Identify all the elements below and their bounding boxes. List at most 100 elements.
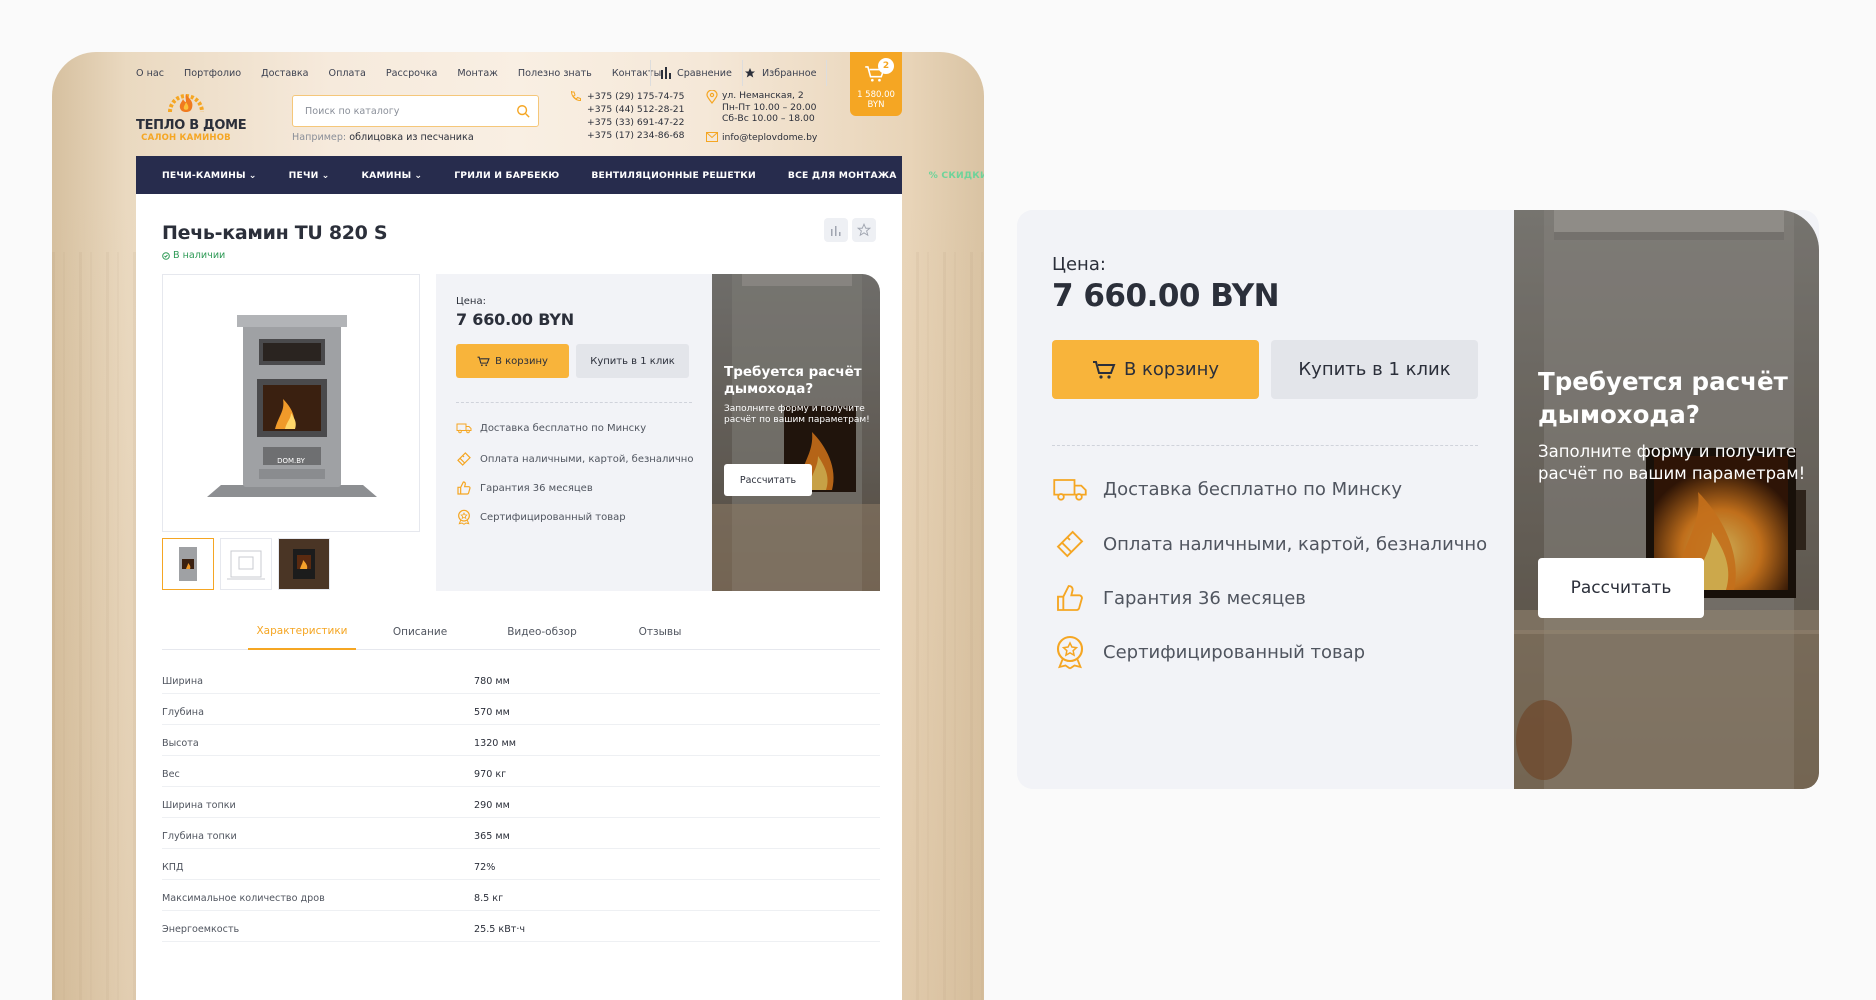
spec-key: Высота [162, 738, 199, 749]
nav-item-sale[interactable]: % СКИДКИ [929, 170, 984, 181]
check-circle-icon [162, 251, 170, 260]
spec-key: Вес [162, 769, 180, 780]
top-link[interactable]: Оплата [329, 68, 366, 79]
feature-warranty: Гарантия 36 месяцев [1052, 582, 1306, 614]
feature-label: Сертифицированный товар [480, 511, 626, 523]
zoomed-price-panel: Цена: 7 660.00 BYN В корзину Купить в 1 … [1017, 210, 1819, 789]
price-label: Цена: [1052, 254, 1106, 275]
search-input[interactable]: Поиск по каталогу [292, 95, 539, 127]
promo-heading: Требуется расчёт дымохода? [724, 364, 862, 397]
certificate-badge-icon [458, 509, 470, 525]
promo-text-block: Требуется расчёт дымохода? Заполните фор… [724, 364, 874, 426]
cart-currency: BYN [867, 100, 885, 110]
cart-icon [865, 66, 886, 82]
feature-delivery: Доставка бесплатно по Минску [1052, 476, 1402, 502]
cart-button[interactable]: 2 1 580.00 BYN [850, 52, 902, 116]
product-main-image[interactable]: DOM.BY [162, 274, 420, 532]
spec-key: Ширина топки [162, 800, 236, 811]
spec-row: Глубина 570 мм [162, 699, 880, 725]
nav-item-pechi[interactable]: ПЕЧИ ⌄ [289, 170, 330, 181]
location-pin-icon [706, 90, 718, 104]
nav-item-mounting[interactable]: ВСЕ ДЛЯ МОНТАЖА [788, 170, 897, 181]
address-block: ул. Неманская, 2 Пн-Пт 10.00 – 20.00 Сб-… [722, 90, 816, 125]
price-label: Цена: [456, 296, 486, 307]
chevron-down-icon: ⌄ [248, 169, 257, 181]
feature-warranty: Гарантия 36 месяцев [456, 480, 593, 496]
spec-value: 8.5 кг [474, 893, 504, 904]
spec-value: 72% [474, 862, 496, 873]
divider [456, 402, 692, 403]
add-to-favorites-button[interactable] [852, 218, 876, 242]
spec-value: 25.5 кВт·ч [474, 924, 526, 935]
feature-label: Оплата наличными, картой, безналично [1103, 533, 1488, 555]
email-link[interactable]: info@teplovdome.by [722, 132, 817, 143]
feature-label: Гарантия 36 месяцев [480, 482, 593, 494]
calculate-button[interactable]: Рассчитать [1538, 558, 1704, 618]
phone-number[interactable]: +375 (33) 691-47-22 [587, 116, 684, 129]
top-link[interactable]: Доставка [261, 68, 308, 79]
phone-number[interactable]: +375 (29) 175-74-75 [587, 90, 684, 103]
chimney-promo-banner: Требуется расчёт дымохода? Заполните фор… [1514, 210, 1819, 789]
search-example-value[interactable]: облицовка из песчаника [349, 132, 474, 143]
add-to-cart-button[interactable]: В корзину [1052, 340, 1259, 399]
nav-item-kaminy[interactable]: КАМИНЫ ⌄ [361, 170, 422, 181]
top-link[interactable]: Портфолио [184, 68, 241, 79]
calculate-button[interactable]: Рассчитать [724, 464, 812, 496]
spec-value: 570 мм [474, 707, 510, 718]
favorites-link[interactable]: Избранное [734, 60, 828, 86]
compare-link[interactable]: Сравнение [650, 60, 743, 86]
price-value: 7 660.00 BYN [1052, 278, 1280, 314]
tab-description[interactable]: Описание [370, 614, 470, 650]
tab-characteristics[interactable]: Характеристики [248, 614, 356, 650]
main-nav: ПЕЧИ-КАМИНЫ ⌄ ПЕЧИ ⌄ КАМИНЫ ⌄ ГРИЛИ И БАРБЕ… [136, 156, 984, 194]
thumbnail[interactable] [162, 538, 214, 590]
feature-certified: Сертифицированный товар [1052, 634, 1365, 670]
certificate-badge-icon [1056, 635, 1084, 670]
search-example: Например: облицовка из песчаника [292, 132, 474, 143]
tab-reviews[interactable]: Отзывы [616, 614, 704, 650]
add-to-cart-label: В корзину [495, 355, 548, 367]
feature-payment: Оплата наличными, картой, безналично [1052, 528, 1487, 560]
site-logo[interactable]: ТЕПЛО В ДОМЕ САЛОН КАМИНОВ [136, 86, 247, 152]
promo-description: Заполните форму и получите расчёт по ваш… [724, 404, 870, 425]
buy-one-click-button[interactable]: Купить в 1 клик [1271, 340, 1478, 399]
spec-row: Энергоемкость 25.5 кВт·ч [162, 916, 880, 942]
spec-key: КПД [162, 862, 184, 873]
top-link[interactable]: Монтаж [457, 68, 498, 79]
logo-flame-icon [168, 94, 204, 113]
add-to-cart-button[interactable]: В корзину [456, 344, 569, 378]
tab-video-review[interactable]: Видео-обзор [488, 614, 596, 650]
thumbnail[interactable] [220, 538, 272, 590]
divider [1052, 445, 1478, 446]
stock-status: В наличии [162, 250, 225, 261]
logo-title: ТЕПЛО В ДОМЕ [136, 118, 247, 133]
add-to-compare-button[interactable] [824, 218, 848, 242]
logo-subtitle: САЛОН КАМИНОВ [141, 133, 231, 143]
nav-item-grills[interactable]: ГРИЛИ И БАРБЕКЮ [454, 170, 559, 181]
promo-text-block: Требуется расчёт дымохода? Заполните фор… [1538, 365, 1808, 485]
phone-number[interactable]: +375 (17) 234-86-68 [587, 129, 684, 142]
buy-one-click-button[interactable]: Купить в 1 клик [576, 344, 689, 378]
presentation-canvas: О нас Портфолио Доставка Оплата Рассрочк… [0, 0, 1876, 1000]
star-outline-icon [857, 223, 871, 237]
spec-key: Энергоемкость [162, 924, 240, 935]
spec-key: Глубина [162, 707, 204, 718]
search-icon[interactable] [516, 104, 530, 118]
thumbnail[interactable] [278, 538, 330, 590]
chevron-down-icon: ⌄ [321, 169, 330, 181]
spec-value: 1320 мм [474, 738, 516, 749]
phone-number[interactable]: +375 (44) 512-28-21 [587, 103, 684, 116]
nav-item-pechi-kaminy[interactable]: ПЕЧИ-КАМИНЫ ⌄ [162, 170, 257, 181]
feature-label: Гарантия 36 месяцев [1103, 587, 1306, 609]
chimney-promo-banner: Требуется расчёт дымохода? Заполните фор… [712, 274, 880, 591]
top-link[interactable]: О нас [136, 68, 164, 79]
top-link[interactable]: Рассрочка [386, 68, 438, 79]
spec-row: КПД 72% [162, 854, 880, 880]
nav-item-vents[interactable]: ВЕНТИЛЯЦИОННЫЕ РЕШЕТКИ [591, 170, 756, 181]
star-icon [745, 68, 755, 78]
compare-icon [831, 226, 841, 236]
spec-key: Глубина топки [162, 831, 237, 842]
top-link[interactable]: Полезно знать [518, 68, 592, 79]
price-value: 7 660.00 BYN [456, 310, 574, 329]
feature-delivery: Доставка бесплатно по Минску [456, 422, 646, 434]
